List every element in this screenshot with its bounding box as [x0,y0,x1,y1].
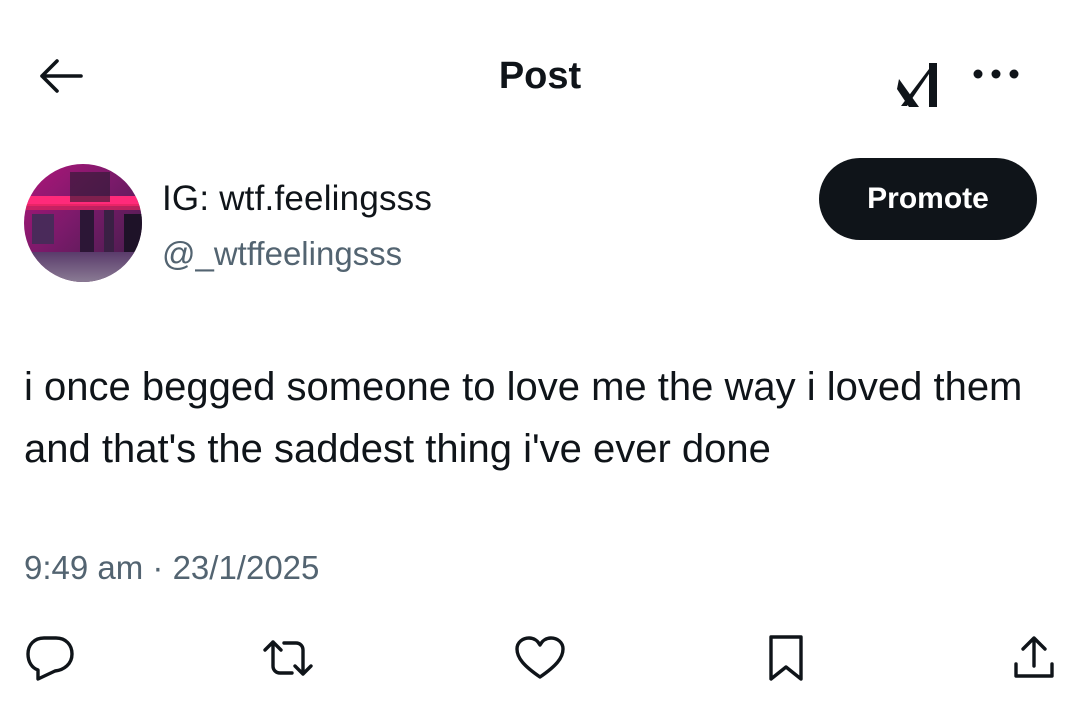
repost-icon [260,636,316,680]
bookmark-button[interactable] [756,628,816,688]
share-button[interactable] [1004,628,1064,688]
top-bar: Post [0,0,1080,150]
more-options-button[interactable] [966,54,1026,94]
post-timestamp[interactable]: 9:49 am · 23/1/2025 [24,546,319,590]
author-handle[interactable]: @_wtffeelingsss [162,234,402,274]
reply-button[interactable] [20,628,80,688]
bookmark-icon [766,633,806,683]
profile-avatar[interactable] [24,164,142,282]
more-horizontal-icon [972,68,1020,80]
promote-button[interactable]: Promote [819,158,1037,240]
grok-icon [895,59,941,109]
heart-icon [514,635,566,681]
repost-button[interactable] [258,628,318,688]
reply-icon [25,634,75,682]
share-icon [1012,634,1056,682]
grok-button[interactable] [890,56,946,112]
author-display-name[interactable]: IG: wtf.feelingsss [162,178,432,220]
post-text: i once begged someone to love me the way… [24,365,1023,471]
like-button[interactable] [510,628,570,688]
